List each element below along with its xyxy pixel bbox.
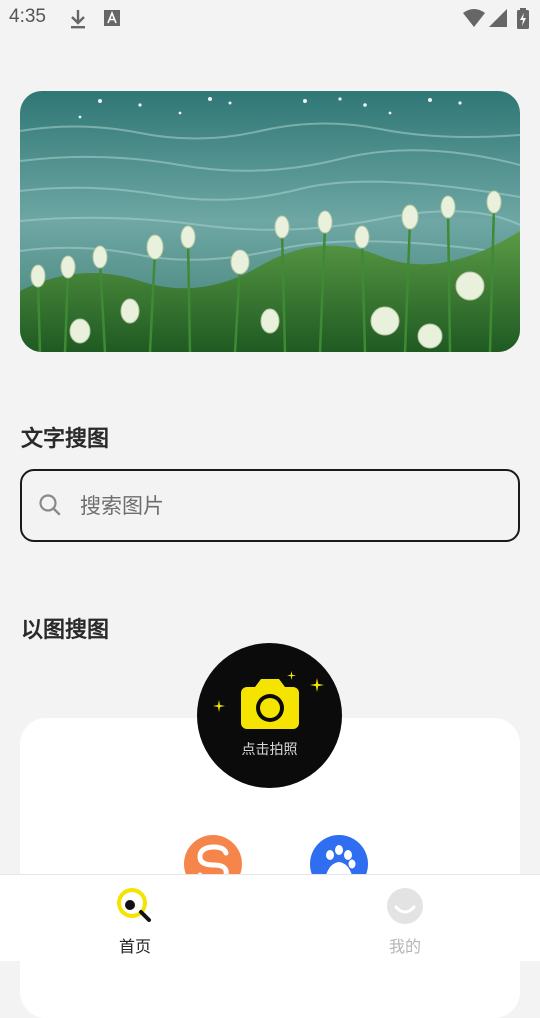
- camera-button[interactable]: 点击拍照: [197, 643, 342, 788]
- image-search-title: 以图搜图: [21, 618, 110, 643]
- camera-label: 点击拍照: [241, 742, 298, 758]
- sparkle-icon: [310, 677, 324, 697]
- nav-item-mine[interactable]: 我的: [270, 875, 540, 961]
- profile-icon: [386, 887, 424, 929]
- camera-icon: [237, 677, 303, 737]
- bottom-nav: 首页 我的: [0, 874, 540, 961]
- keyboard-a-icon: [103, 8, 121, 32]
- banner-image[interactable]: [20, 91, 520, 352]
- sparkle-icon: [287, 665, 296, 684]
- status-bar: 4:35: [0, 0, 540, 38]
- search-box[interactable]: [20, 469, 520, 542]
- nav-label-home: 首页: [118, 937, 151, 956]
- status-time: 4:35: [9, 6, 46, 27]
- wifi-icon: [462, 8, 486, 32]
- nav-item-home[interactable]: 首页: [0, 875, 270, 961]
- download-icon: [68, 8, 88, 34]
- sparkle-icon: [213, 697, 225, 716]
- home-search-icon: [116, 887, 154, 929]
- search-input[interactable]: [78, 485, 502, 527]
- text-search-title: 文字搜图: [21, 427, 110, 452]
- signal-icon: [488, 8, 508, 32]
- nav-label-mine: 我的: [388, 937, 421, 956]
- search-icon: [38, 493, 62, 521]
- battery-icon: [516, 8, 530, 34]
